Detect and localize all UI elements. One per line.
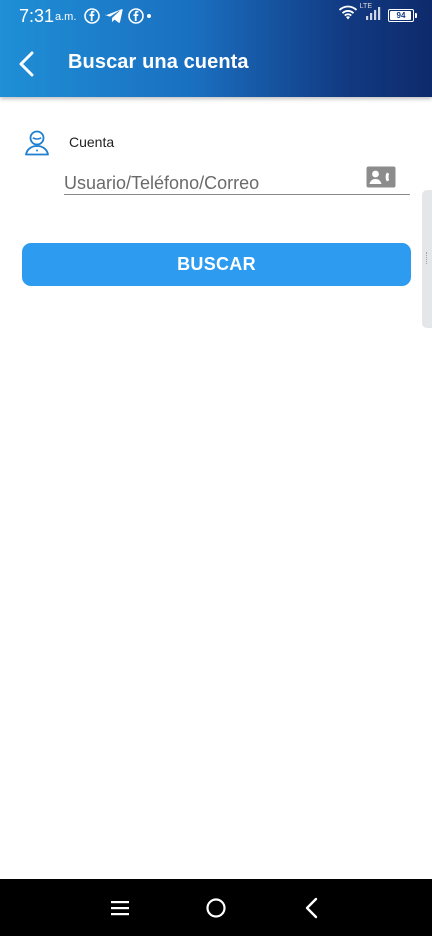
back-icon[interactable] [297,893,327,923]
contact-card-icon[interactable] [366,166,396,188]
user-avatar-icon [23,128,51,156]
app-bar: Buscar una cuenta [0,36,432,92]
facebook-icon [84,8,100,24]
notification-icons [84,7,151,25]
status-right: 94 [338,4,417,26]
battery-level: 94 [396,10,406,20]
account-label: Cuenta [69,134,115,150]
home-icon[interactable] [201,893,231,923]
scroll-handle[interactable] [422,190,432,328]
back-arrow-icon[interactable] [14,50,40,78]
signal-icon [365,5,381,26]
status-time: 7:31 [19,6,55,26]
search-field [64,166,410,195]
search-button[interactable]: BUSCAR [22,243,411,286]
search-input[interactable] [64,166,364,194]
battery-icon: 94 [388,8,417,22]
scroll-grip [426,252,428,264]
status-ampm: a.m. [55,11,77,23]
wifi-icon [338,5,358,26]
telegram-icon [105,8,123,24]
page-title: Buscar una cuenta [68,51,249,73]
facebook-icon [128,8,144,24]
more-notifications-dot [147,14,151,18]
system-nav-bar [0,879,432,936]
status-bar: 7:31 a.m. LTE 94 [0,0,432,32]
header: 7:31 a.m. LTE 94 Buscar una cuenta [0,0,432,97]
menu-icon[interactable] [105,893,135,923]
